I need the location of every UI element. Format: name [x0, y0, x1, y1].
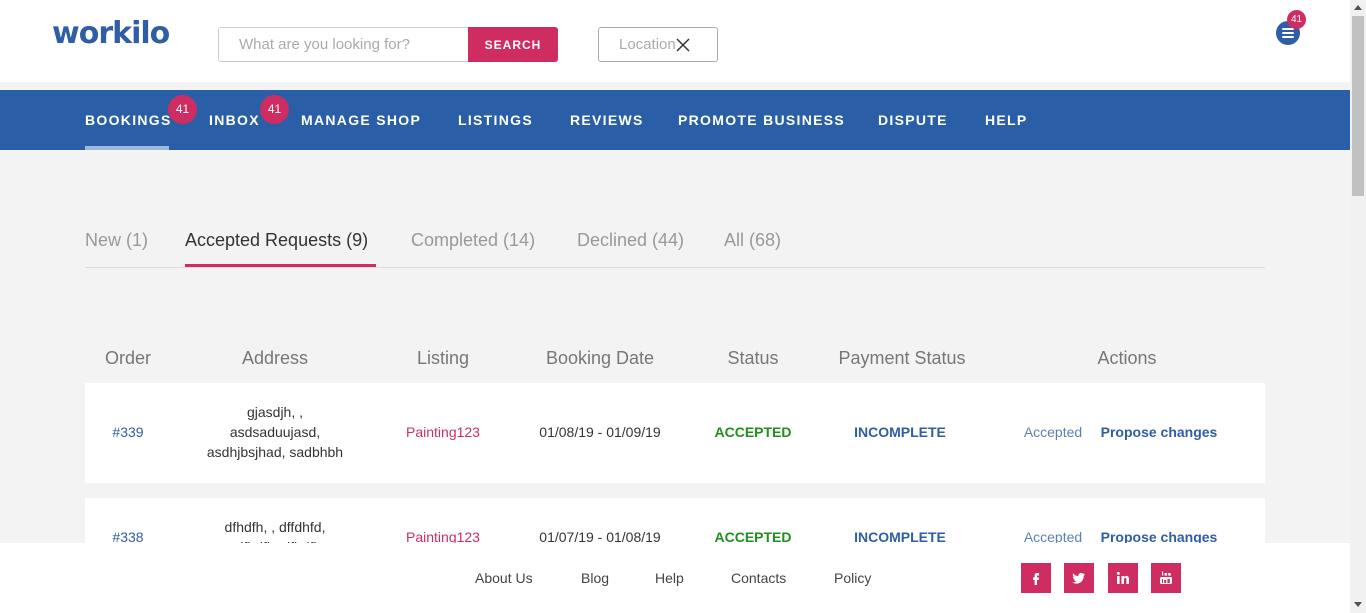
- footer-link-contacts[interactable]: Contacts: [731, 570, 786, 586]
- listing-link[interactable]: Painting123: [373, 424, 513, 440]
- site-footer: About Us Blog Help Contacts Policy: [0, 543, 1350, 613]
- propose-changes-link[interactable]: Propose changes: [1097, 424, 1221, 440]
- column-header-address: Address: [241, 348, 309, 368]
- nav-item-inbox[interactable]: INBOX: [209, 112, 260, 128]
- footer-link-blog[interactable]: Blog: [581, 570, 609, 586]
- bookings-badge: 41: [168, 95, 197, 124]
- address-line: asdsaduujasd,: [229, 424, 321, 440]
- search-input[interactable]: [218, 27, 470, 62]
- notification-badge: 41: [1287, 10, 1306, 29]
- tabs-divider: [85, 267, 1265, 268]
- nav-item-help[interactable]: HELP: [985, 112, 1028, 128]
- column-header-actions: Actions: [1097, 348, 1157, 368]
- nav-item-dispute[interactable]: DISPUTE: [878, 112, 948, 128]
- active-tab-indicator: [185, 264, 376, 267]
- twitter-icon[interactable]: [1064, 563, 1094, 593]
- status-badge: ACCEPTED: [714, 424, 792, 440]
- location-input[interactable]: [619, 36, 679, 53]
- location-field[interactable]: [598, 27, 718, 62]
- nav-item-reviews[interactable]: REVIEWS: [570, 112, 644, 128]
- tab-declined[interactable]: Declined (44): [577, 230, 684, 251]
- payment-status: INCOMPLETE: [854, 424, 946, 440]
- youtube-icon[interactable]: [1151, 563, 1181, 593]
- close-icon[interactable]: [675, 37, 691, 53]
- footer-link-about-us[interactable]: About Us: [475, 570, 533, 586]
- tab-accepted-requests[interactable]: Accepted Requests (9): [185, 230, 368, 251]
- order-number-link[interactable]: #339: [85, 424, 171, 440]
- column-header-status: Status: [727, 348, 779, 368]
- nav-item-bookings[interactable]: BOOKINGS: [85, 112, 172, 128]
- nav-item-manage-shop[interactable]: MANAGE SHOP: [301, 112, 421, 128]
- scrollbar-thumb[interactable]: [1352, 16, 1364, 196]
- search-button[interactable]: SEARCH: [468, 27, 558, 62]
- site-header: workilo SEARCH 41: [0, 0, 1350, 82]
- footer-link-policy[interactable]: Policy: [834, 570, 871, 586]
- main-nav: BOOKINGS INBOX MANAGE SHOP LISTINGS REVI…: [0, 90, 1350, 150]
- accepted-action[interactable]: Accepted: [1010, 424, 1096, 440]
- nav-item-promote-business[interactable]: PROMOTE BUSINESS: [678, 112, 845, 128]
- footer-link-help[interactable]: Help: [655, 570, 684, 586]
- tab-completed[interactable]: Completed (14): [411, 230, 535, 251]
- active-nav-indicator: [85, 146, 169, 150]
- address-line: gjasdjh, ,: [246, 404, 304, 420]
- nav-item-listings[interactable]: LISTINGS: [458, 112, 533, 128]
- column-header-booking-date: Booking Date: [545, 348, 655, 368]
- tab-all[interactable]: All (68): [724, 230, 781, 251]
- page-scrollbar[interactable]: [1350, 0, 1366, 613]
- address-line: dfhdfh, , dffdhfd,: [224, 519, 326, 535]
- tab-new[interactable]: New (1): [85, 230, 148, 251]
- column-header-payment-status: Payment Status: [838, 348, 966, 368]
- inbox-badge: 41: [260, 95, 289, 124]
- booking-date: 01/08/19 - 01/09/19: [539, 424, 661, 440]
- logo[interactable]: workilo: [52, 16, 170, 51]
- facebook-icon[interactable]: [1021, 563, 1051, 593]
- scroll-down-arrow[interactable]: [1354, 602, 1362, 607]
- column-header-listing: Listing: [416, 348, 470, 368]
- address-cell: gjasdjh, , asdsaduujasd, asdhjbsjhad, sa…: [185, 402, 365, 462]
- scroll-up-arrow[interactable]: [1354, 5, 1362, 10]
- table-row: #339 gjasdjh, , asdsaduujasd, asdhjbsjha…: [85, 383, 1265, 483]
- column-header-order: Order: [104, 348, 151, 368]
- linkedin-icon[interactable]: [1108, 563, 1138, 593]
- address-line: asdhjbsjhad, sadbhbh: [206, 444, 344, 460]
